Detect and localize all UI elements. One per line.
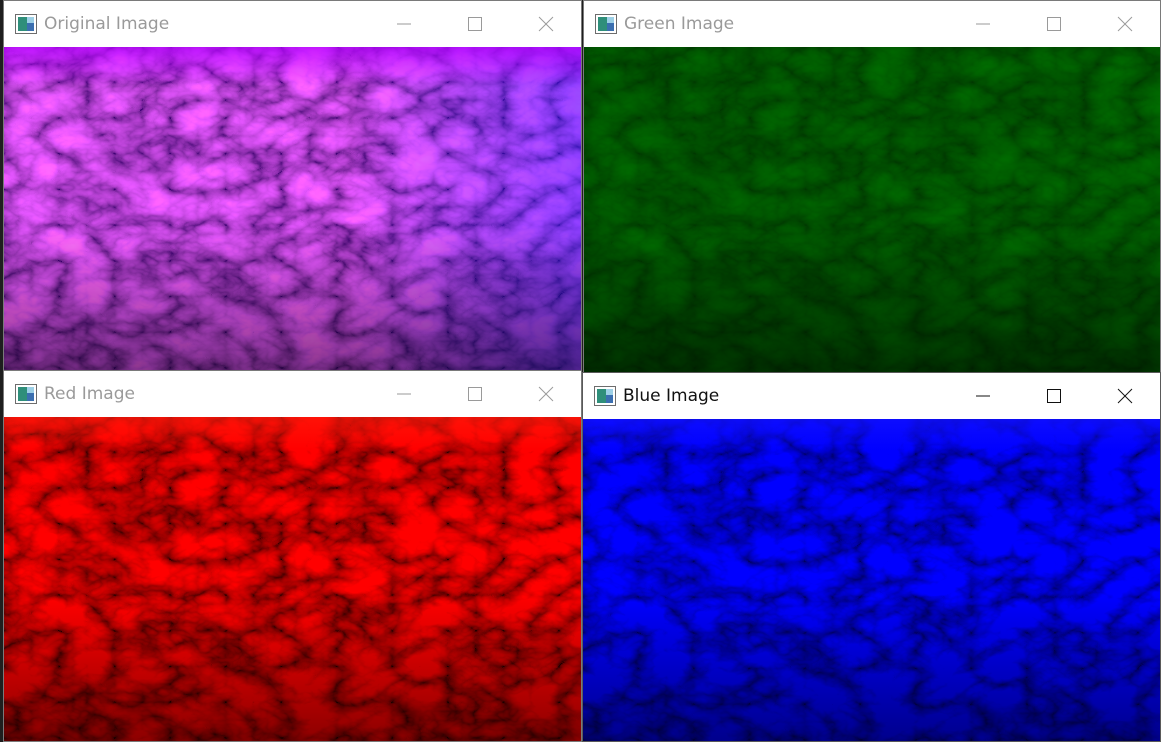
green-image: [584, 47, 1160, 373]
original-image: [4, 47, 581, 371]
blue-image-canvas: [583, 419, 1160, 741]
minimize-icon: [396, 393, 411, 395]
minimize-icon: [396, 23, 411, 25]
green-image-window[interactable]: Green Image: [583, 0, 1161, 374]
close-icon: [538, 386, 553, 402]
window-title: Green Image: [624, 14, 735, 34]
maximize-button[interactable]: [439, 1, 510, 47]
maximize-button[interactable]: [439, 371, 510, 417]
close-icon: [1117, 388, 1132, 404]
close-button[interactable]: [1089, 1, 1160, 47]
blue-image: [583, 419, 1160, 741]
maximize-button[interactable]: [1018, 373, 1089, 419]
original-window-titlebar[interactable]: Original Image: [4, 1, 581, 47]
close-button[interactable]: [510, 371, 581, 417]
red-window-titlebar[interactable]: Red Image: [4, 371, 581, 417]
maximize-icon: [467, 17, 482, 31]
window-title: Red Image: [44, 384, 135, 404]
original-image-canvas: [4, 47, 581, 371]
minimize-button[interactable]: [368, 1, 439, 47]
original-image-window[interactable]: Original Image: [3, 0, 582, 372]
blue-window-titlebar[interactable]: Blue Image: [583, 373, 1160, 419]
close-icon: [538, 16, 553, 32]
minimize-button[interactable]: [947, 1, 1018, 47]
caption-buttons: [368, 1, 581, 47]
window-title: Original Image: [44, 14, 170, 34]
caption-buttons: [368, 371, 581, 417]
maximize-button[interactable]: [1018, 1, 1089, 47]
image-window-icon: [594, 386, 616, 406]
minimize-icon: [975, 395, 990, 397]
caption-buttons: [947, 1, 1160, 47]
blue-image-window[interactable]: Blue Image: [582, 372, 1161, 742]
minimize-button[interactable]: [368, 371, 439, 417]
close-button[interactable]: [510, 1, 581, 47]
red-image-window[interactable]: Red Image: [3, 370, 582, 742]
maximize-icon: [467, 387, 482, 401]
green-image-canvas: [584, 47, 1160, 373]
close-button[interactable]: [1089, 373, 1160, 419]
caption-buttons: [947, 373, 1160, 419]
maximize-icon: [1046, 389, 1061, 403]
green-window-titlebar[interactable]: Green Image: [584, 1, 1160, 47]
image-window-icon: [15, 14, 37, 34]
red-image: [4, 417, 581, 741]
window-title: Blue Image: [623, 386, 720, 406]
maximize-icon: [1046, 17, 1061, 31]
image-window-icon: [595, 14, 617, 34]
minimize-icon: [975, 23, 990, 25]
red-image-canvas: [4, 417, 581, 741]
close-icon: [1117, 16, 1132, 32]
image-window-icon: [15, 384, 37, 404]
minimize-button[interactable]: [947, 373, 1018, 419]
